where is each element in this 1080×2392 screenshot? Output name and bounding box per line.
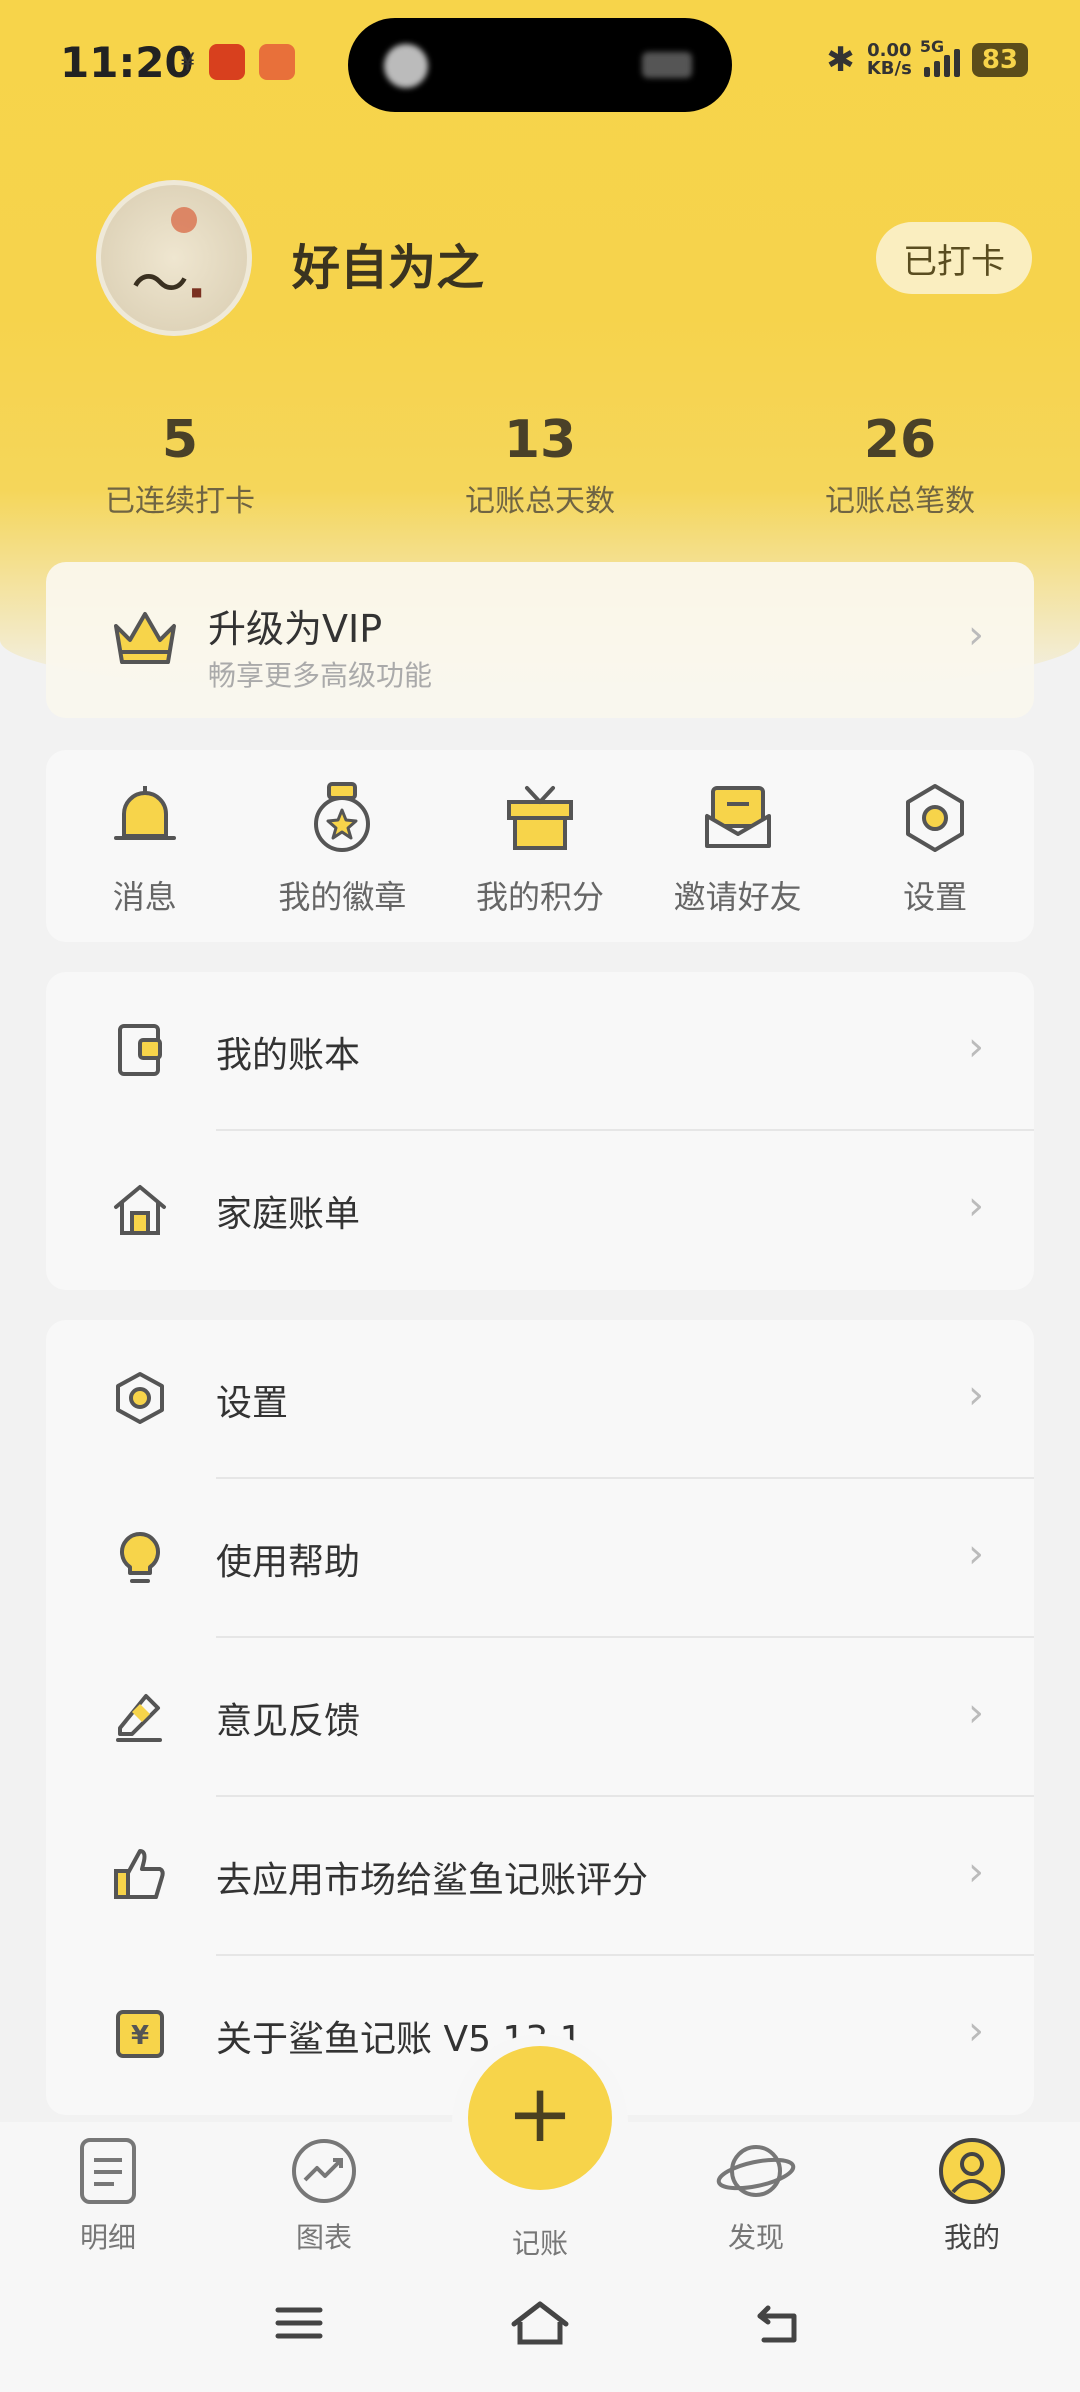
add-record-button[interactable]: + (468, 2046, 612, 2190)
notification-icons: ¥ (180, 44, 296, 80)
island-media-icon (384, 44, 428, 88)
home-nav-icon[interactable] (510, 2298, 570, 2348)
document-icon (80, 2138, 136, 2204)
network-speed: 0.00 KB/s (866, 40, 912, 79)
avatar[interactable]: 〜 ■ (96, 180, 252, 336)
home-icon (114, 1185, 166, 1235)
bell-icon (113, 786, 176, 840)
menu-item-rate-app[interactable]: 去应用市场给鲨鱼记账评分 › (46, 1797, 1034, 1956)
signal-icon: 5G (920, 37, 960, 77)
user-icon (939, 2138, 1005, 2204)
medal-icon (314, 782, 371, 852)
account-books-card: 我的账本 › 家庭账单 › (46, 972, 1034, 1290)
tab-details[interactable]: 明细 (38, 2136, 178, 2256)
envelope-icon (704, 786, 771, 848)
battery-indicator: 83 (971, 43, 1028, 77)
menu-item-help[interactable]: 使用帮助 › (46, 1479, 1034, 1638)
stat-days[interactable]: 13 记账总天数 (360, 410, 720, 520)
tab-charts[interactable]: 图表 (254, 2136, 394, 2256)
chevron-right-icon: › (968, 1183, 984, 1229)
quick-points[interactable]: 我的积分 (441, 750, 639, 942)
crown-icon (114, 612, 176, 664)
dynamic-island (348, 18, 732, 112)
chevron-right-icon: › (968, 1849, 984, 1895)
menu-item-settings[interactable]: 设置 › (46, 1320, 1034, 1479)
chevron-right-icon: › (968, 1690, 984, 1736)
island-waveform-icon (642, 52, 692, 78)
system-navigation-bar (0, 2280, 1080, 2370)
quick-actions: 消息 我的徽章 我的积分 邀请好友 设置 (46, 750, 1034, 942)
chevron-right-icon: › (968, 1024, 984, 1070)
planet-icon (716, 2145, 796, 2197)
menu-icon[interactable] (274, 2298, 324, 2348)
menu-item-my-books[interactable]: 我的账本 › (46, 972, 1034, 1131)
thumbs-up-icon (114, 1849, 165, 1899)
gear-icon (906, 784, 965, 852)
avatar-stamp: ■ (191, 285, 203, 299)
bluetooth-icon: ✱ (826, 40, 855, 80)
gift-icon (506, 786, 573, 850)
pencil-icon (116, 1694, 162, 1742)
wallet-icon (118, 1024, 162, 1076)
chevron-right-icon: › (968, 1372, 984, 1418)
chevron-right-icon: › (968, 612, 984, 658)
yen-notification-icon: ¥ (180, 48, 196, 76)
chart-icon (292, 2139, 356, 2203)
quick-badges[interactable]: 我的徽章 (244, 750, 442, 942)
quick-invite[interactable]: 邀请好友 (639, 750, 837, 942)
tab-discover[interactable]: 发现 (686, 2136, 826, 2256)
status-indicators: ✱ 0.00 KB/s 5G 83 (826, 37, 1028, 80)
chevron-right-icon: › (968, 1531, 984, 1577)
avatar-artwork: 〜 (131, 250, 190, 318)
stats-row: 5 已连续打卡 13 记账总天数 26 记账总笔数 (0, 410, 1080, 520)
tab-mine[interactable]: 我的 (902, 2136, 1042, 2256)
chevron-right-icon: › (968, 2008, 984, 2054)
stat-streak[interactable]: 5 已连续打卡 (0, 410, 360, 520)
app-notification-icon (259, 44, 296, 80)
menu-item-feedback[interactable]: 意见反馈 › (46, 1638, 1034, 1797)
lightbulb-icon (120, 1532, 160, 1583)
back-icon[interactable] (754, 2298, 804, 2348)
stat-entries[interactable]: 26 记账总笔数 (720, 410, 1080, 520)
yen-note-icon: ¥ (116, 2010, 164, 2058)
vip-upgrade-card[interactable]: 升级为VIP 畅享更多高级功能 › (46, 562, 1034, 718)
quick-settings[interactable]: 设置 (836, 750, 1034, 942)
vip-title: 升级为VIP (208, 607, 383, 651)
tab-record-label[interactable]: 记账 (470, 2212, 610, 2262)
menu-item-family-bill[interactable]: 家庭账单 › (46, 1131, 1034, 1290)
app-notification-icon (209, 44, 246, 80)
status-time: 11:20 (60, 38, 194, 87)
username[interactable]: 好自为之 (292, 228, 484, 298)
vip-subtitle: 畅享更多高级功能 (208, 659, 433, 692)
status-bar: 11:20 ¥ ✱ 0.00 KB/s 5G 83 (0, 0, 1080, 120)
checkin-button[interactable]: 已打卡 (876, 222, 1032, 294)
quick-messages[interactable]: 消息 (46, 750, 244, 942)
settings-card: 设置 › 使用帮助 › 意见反馈 › 去应用市场给鲨鱼记账评分 › ¥ 关于鲨鱼… (46, 1320, 1034, 2115)
svg-text:¥: ¥ (131, 2021, 149, 2051)
gear-icon (116, 1372, 164, 1424)
